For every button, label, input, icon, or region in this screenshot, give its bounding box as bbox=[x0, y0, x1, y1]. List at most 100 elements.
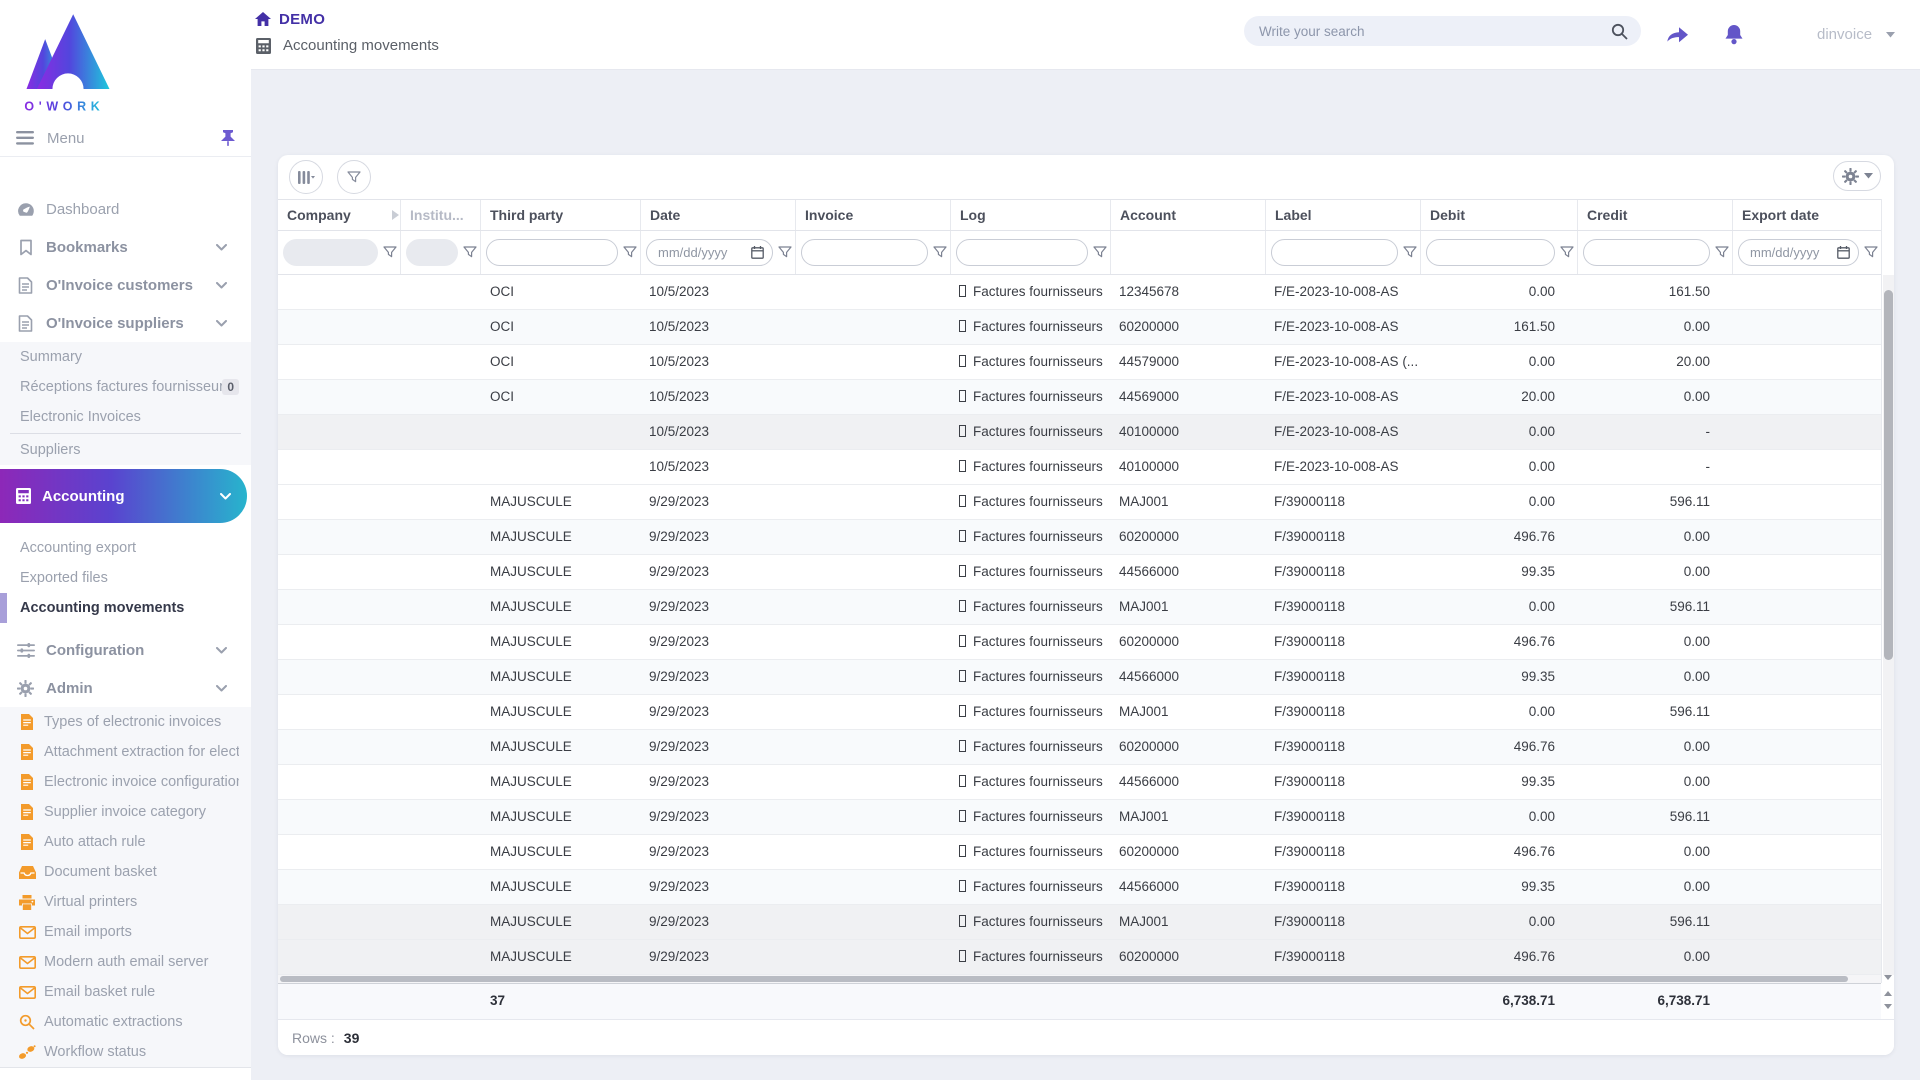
table-row[interactable]: OCI 10/5/2023 Factures fournisseurs 4456… bbox=[278, 380, 1881, 415]
table-row[interactable]: MAJUSCULE 9/29/2023 Factures fournisseur… bbox=[278, 590, 1881, 625]
table-row[interactable]: MAJUSCULE 9/29/2023 Factures fournisseur… bbox=[278, 835, 1881, 870]
column-header-account[interactable]: Account bbox=[1110, 200, 1265, 230]
scroll-up-arrow[interactable] bbox=[1883, 991, 1892, 996]
sliders-icon bbox=[16, 642, 35, 658]
column-header-invoice[interactable]: Invoice bbox=[795, 200, 950, 230]
sidebar-subitem-electronic-invoices[interactable]: Electronic Invoices bbox=[0, 402, 251, 432]
funnel-icon[interactable] bbox=[383, 246, 397, 259]
sidebar-item-bookmarks[interactable]: Bookmarks bbox=[0, 228, 251, 266]
table-row[interactable]: MAJUSCULE 9/29/2023 Factures fournisseur… bbox=[278, 520, 1881, 555]
funnel-icon[interactable] bbox=[1715, 246, 1729, 259]
table-row[interactable]: MAJUSCULE 9/29/2023 Factures fournisseur… bbox=[278, 485, 1881, 520]
table-row[interactable]: 10/5/2023 Factures fournisseurs 40100000… bbox=[278, 415, 1881, 450]
credit-filter-input[interactable] bbox=[1583, 239, 1710, 266]
search-input[interactable] bbox=[1257, 22, 1611, 40]
funnel-icon[interactable] bbox=[1864, 246, 1878, 259]
sidebar-item-oinvoice-suppliers[interactable]: O'Invoice suppliers bbox=[0, 304, 251, 342]
funnel-icon[interactable] bbox=[623, 246, 637, 259]
notifications-button[interactable] bbox=[1724, 0, 1744, 69]
column-header-log[interactable]: Log bbox=[950, 200, 1110, 230]
funnel-icon[interactable] bbox=[933, 246, 947, 259]
column-header-label[interactable]: Label bbox=[1265, 200, 1420, 230]
table-row[interactable]: MAJUSCULE 9/29/2023 Factures fournisseur… bbox=[278, 625, 1881, 660]
column-header-export-date[interactable]: Export date bbox=[1732, 200, 1881, 230]
debit-filter-input[interactable] bbox=[1426, 239, 1555, 266]
sidebar-subitem-summary[interactable]: Summary bbox=[0, 342, 251, 372]
sidebar-subitem[interactable]: Virtual printers bbox=[0, 887, 251, 917]
funnel-icon[interactable] bbox=[1403, 246, 1417, 259]
funnel-icon[interactable] bbox=[463, 246, 477, 259]
funnel-icon[interactable] bbox=[1093, 246, 1107, 259]
app-logo[interactable]: O'WORK bbox=[12, 6, 124, 118]
sidebar-subitem-exported-files[interactable]: Exported files bbox=[0, 563, 251, 593]
sidebar-subitem-accounting-movements-active[interactable]: Accounting movements bbox=[0, 593, 251, 623]
column-header-third-party[interactable]: Third party bbox=[480, 200, 640, 230]
sidebar-subitem[interactable]: Supplier invoice category bbox=[0, 797, 251, 827]
sidebar-subitem[interactable]: Email basket rule bbox=[0, 977, 251, 1007]
expand-group-icon[interactable] bbox=[392, 210, 399, 220]
funnel-icon[interactable] bbox=[778, 246, 792, 259]
third-party-filter-input[interactable] bbox=[486, 239, 618, 266]
sidebar-item-configuration[interactable]: Configuration bbox=[0, 631, 251, 669]
table-row[interactable]: MAJUSCULE 9/29/2023 Factures fournisseur… bbox=[278, 730, 1881, 765]
sidebar-subitem-accounting-export[interactable]: Accounting export bbox=[0, 533, 251, 563]
horizontal-scrollbar-thumb[interactable] bbox=[280, 976, 1848, 982]
company-filter-input[interactable] bbox=[283, 239, 378, 266]
sidebar-subitem[interactable]: Types of electronic invoices bbox=[0, 707, 251, 737]
table-row[interactable]: MAJUSCULE 9/29/2023 Factures fournisseur… bbox=[278, 695, 1881, 730]
scrollbar-track[interactable] bbox=[1883, 275, 1894, 975]
table-row[interactable]: MAJUSCULE 9/29/2023 Factures fournisseur… bbox=[278, 555, 1881, 590]
column-header-date[interactable]: Date bbox=[640, 200, 795, 230]
column-chooser-button[interactable] bbox=[289, 160, 323, 194]
filter-button[interactable] bbox=[337, 160, 371, 194]
sidebar-subitem[interactable]: Modern auth email server bbox=[0, 947, 251, 977]
table-row[interactable]: OCI 10/5/2023 Factures fournisseurs 1234… bbox=[278, 275, 1881, 310]
scrollbar-thumb[interactable] bbox=[1884, 290, 1893, 660]
log-filter-input[interactable] bbox=[956, 239, 1088, 266]
scroll-down-arrow[interactable] bbox=[1883, 1004, 1892, 1009]
export-date-filter-input[interactable]: mm/dd/yyyy bbox=[1738, 239, 1859, 266]
table-row[interactable]: OCI 10/5/2023 Factures fournisseurs 4457… bbox=[278, 345, 1881, 380]
table-row[interactable]: MAJUSCULE 9/29/2023 Factures fournisseur… bbox=[278, 800, 1881, 835]
calendar-icon[interactable] bbox=[751, 246, 764, 259]
vertical-scrollbar[interactable] bbox=[1881, 199, 1894, 983]
table-row[interactable]: MAJUSCULE 9/29/2023 Factures fournisseur… bbox=[278, 870, 1881, 905]
column-header-credit[interactable]: Credit bbox=[1577, 200, 1732, 230]
column-header-debit[interactable]: Debit bbox=[1420, 200, 1577, 230]
sidebar-item-oinvoice-customers[interactable]: O'Invoice customers bbox=[0, 266, 251, 304]
sidebar-subitem[interactable]: Email imports bbox=[0, 917, 251, 947]
sidebar-subitem[interactable]: Auto attach rule bbox=[0, 827, 251, 857]
share-button[interactable] bbox=[1665, 0, 1690, 69]
table-row[interactable]: MAJUSCULE 9/29/2023 Factures fournisseur… bbox=[278, 765, 1881, 800]
date-filter-input[interactable]: mm/dd/yyyy bbox=[646, 239, 773, 266]
grid-settings-button[interactable] bbox=[1833, 161, 1881, 191]
sidebar-item-dashboard[interactable]: Dashboard bbox=[0, 190, 251, 228]
search-icon[interactable] bbox=[1611, 23, 1628, 40]
pin-icon[interactable] bbox=[221, 130, 235, 146]
column-header-institution[interactable]: Institu... bbox=[400, 200, 480, 230]
scroll-down-arrow[interactable] bbox=[1884, 975, 1892, 980]
institution-filter-input[interactable] bbox=[406, 239, 458, 266]
table-row[interactable]: MAJUSCULE 9/29/2023 Factures fournisseur… bbox=[278, 905, 1881, 940]
sidebar-item-accounting-active[interactable]: Accounting bbox=[0, 469, 247, 523]
sidebar-subitem[interactable]: Workflow status bbox=[0, 1037, 251, 1067]
sidebar-subitem[interactable]: Attachment extraction for electroni bbox=[0, 737, 251, 767]
column-header-company[interactable]: Company bbox=[278, 200, 400, 230]
sidebar-subitem-suppliers[interactable]: Suppliers bbox=[0, 435, 251, 465]
calendar-icon[interactable] bbox=[1837, 246, 1850, 259]
invoice-filter-input[interactable] bbox=[801, 239, 928, 266]
sidebar-item-admin[interactable]: Admin bbox=[0, 669, 251, 707]
table-row[interactable]: MAJUSCULE 9/29/2023 Factures fournisseur… bbox=[278, 940, 1881, 975]
sidebar-subitem[interactable]: Electronic invoice configuration bbox=[0, 767, 251, 797]
label-filter-input[interactable] bbox=[1271, 239, 1398, 266]
table-row[interactable]: 10/5/2023 Factures fournisseurs 40100000… bbox=[278, 450, 1881, 485]
table-row[interactable]: OCI 10/5/2023 Factures fournisseurs 6020… bbox=[278, 310, 1881, 345]
horizontal-scrollbar[interactable] bbox=[278, 975, 1881, 983]
sidebar-subitem[interactable]: Document basket bbox=[0, 857, 251, 887]
user-menu[interactable]: dinvoice bbox=[1817, 0, 1896, 69]
sidebar-subitem-receptions[interactable]: Réceptions factures fournisseurs 0 bbox=[0, 372, 251, 402]
table-row[interactable]: MAJUSCULE 9/29/2023 Factures fournisseur… bbox=[278, 660, 1881, 695]
funnel-icon[interactable] bbox=[1560, 246, 1574, 259]
sidebar-subitem[interactable]: Automatic extractions bbox=[0, 1007, 251, 1037]
hamburger-icon[interactable] bbox=[16, 131, 34, 145]
